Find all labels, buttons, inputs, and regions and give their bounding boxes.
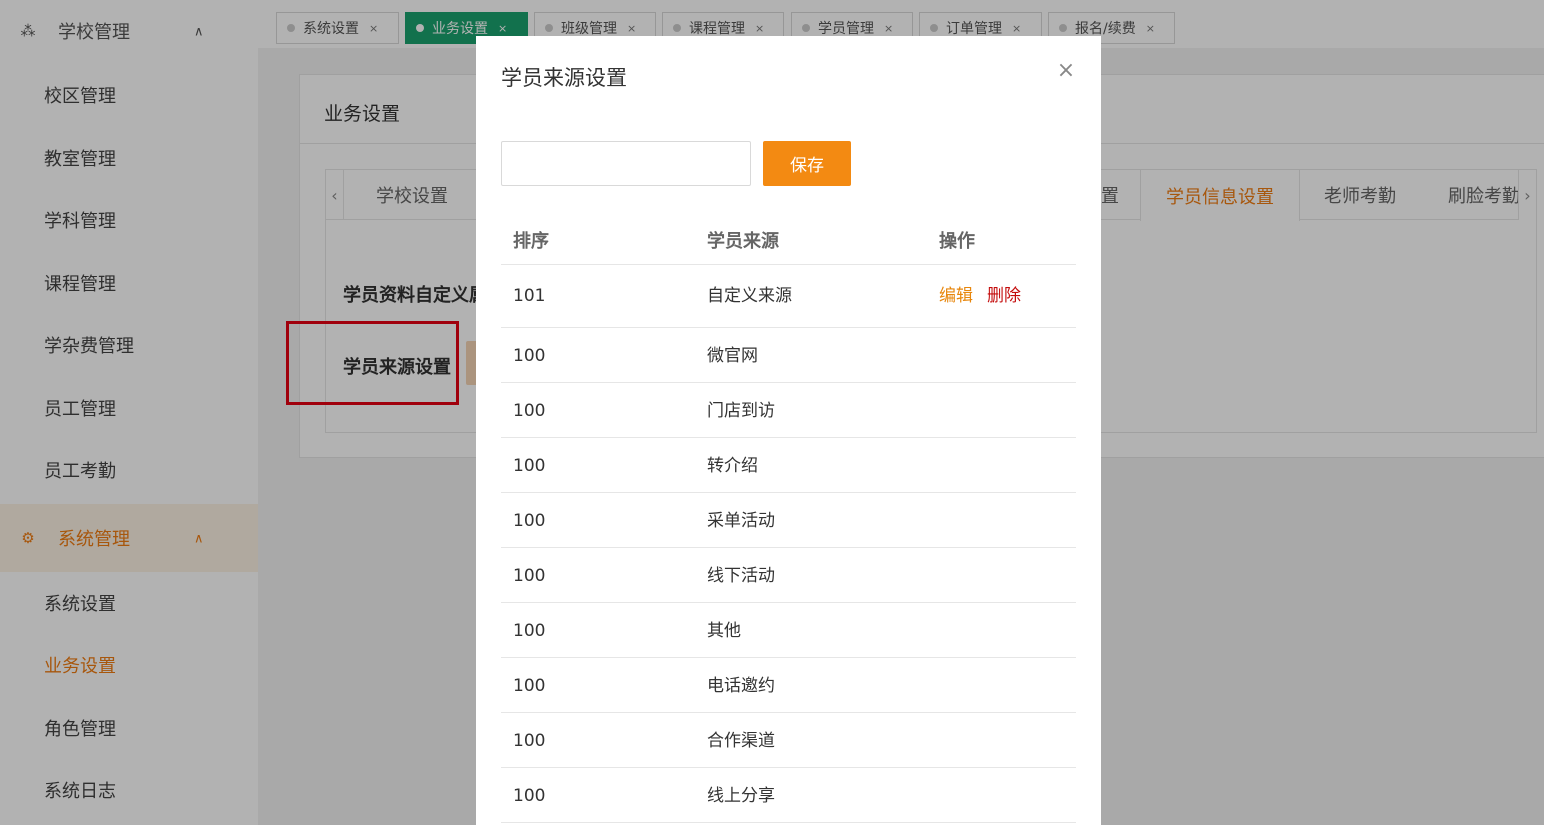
table-row: 100 合作渠道 bbox=[501, 713, 1076, 768]
table-row: 100 门店到访 bbox=[501, 383, 1076, 438]
row-order: 100 bbox=[513, 511, 546, 531]
row-actions: 编辑 删除 bbox=[939, 285, 1021, 307]
row-order: 100 bbox=[513, 676, 546, 696]
row-source: 微官网 bbox=[707, 346, 758, 366]
row-order: 100 bbox=[513, 621, 546, 641]
row-source: 电话邀约 bbox=[707, 676, 775, 696]
column-header-action: 操作 bbox=[939, 231, 975, 252]
source-name-input[interactable] bbox=[501, 141, 751, 186]
source-table: 排序 学员来源 操作 101 自定义来源 编辑 删除 100 微官网 100 门店… bbox=[501, 210, 1076, 823]
table-row: 100 线上分享 bbox=[501, 768, 1076, 823]
row-order: 100 bbox=[513, 786, 546, 806]
table-row: 100 线下活动 bbox=[501, 548, 1076, 603]
close-icon[interactable]: × bbox=[1054, 58, 1078, 83]
row-order: 100 bbox=[513, 566, 546, 586]
row-source: 门店到访 bbox=[707, 401, 775, 421]
row-order: 100 bbox=[513, 731, 546, 751]
row-order: 100 bbox=[513, 346, 546, 366]
delete-link[interactable]: 删除 bbox=[987, 286, 1021, 306]
table-row: 100 其他 bbox=[501, 603, 1076, 658]
row-source: 线上分享 bbox=[707, 786, 775, 806]
table-row: 101 自定义来源 编辑 删除 bbox=[501, 265, 1076, 328]
row-order: 100 bbox=[513, 401, 546, 421]
row-source: 采单活动 bbox=[707, 511, 775, 531]
row-source: 自定义来源 bbox=[707, 286, 792, 306]
row-order: 101 bbox=[513, 286, 546, 306]
row-source: 转介绍 bbox=[707, 456, 758, 476]
table-row: 100 采单活动 bbox=[501, 493, 1076, 548]
table-row: 100 电话邀约 bbox=[501, 658, 1076, 713]
row-source: 其他 bbox=[707, 621, 741, 641]
table-row: 100 转介绍 bbox=[501, 438, 1076, 493]
column-header-source: 学员来源 bbox=[707, 231, 779, 252]
table-header: 排序 学员来源 操作 bbox=[501, 210, 1076, 265]
row-order: 100 bbox=[513, 456, 546, 476]
column-header-order: 排序 bbox=[513, 231, 549, 252]
student-source-modal: 学员来源设置 × 保存 排序 学员来源 操作 101 自定义来源 编辑 删除 10… bbox=[476, 36, 1101, 825]
save-button[interactable]: 保存 bbox=[763, 141, 851, 186]
row-source: 线下活动 bbox=[707, 566, 775, 586]
edit-link[interactable]: 编辑 bbox=[939, 286, 973, 306]
table-row: 100 微官网 bbox=[501, 328, 1076, 383]
modal-title: 学员来源设置 bbox=[501, 66, 627, 90]
row-source: 合作渠道 bbox=[707, 731, 775, 751]
